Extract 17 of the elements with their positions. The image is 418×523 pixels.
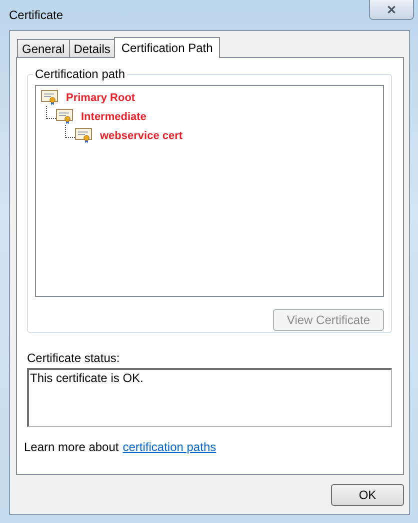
tree-item[interactable]: Intermediate xyxy=(81,110,146,122)
certificate-icon xyxy=(56,109,73,124)
certification-paths-link[interactable]: certification paths xyxy=(122,440,216,454)
window-title: Certificate xyxy=(9,8,64,22)
tree-item[interactable]: Primary Root xyxy=(66,92,136,104)
ok-button[interactable]: OK xyxy=(331,484,404,506)
tab[interactable]: Certification Path xyxy=(114,37,220,58)
certificate-icon xyxy=(41,90,58,105)
tab[interactable]: General xyxy=(17,39,70,57)
learn-more-text: Learn more about xyxy=(24,440,119,454)
certificate-icon xyxy=(75,128,92,143)
tab[interactable]: Details xyxy=(68,39,116,57)
group-title: Certification path xyxy=(34,67,126,81)
tree-item[interactable]: webservice cert xyxy=(100,130,183,142)
status-label: Certificate status: xyxy=(27,351,121,365)
close-button[interactable]: ✕ xyxy=(369,0,414,20)
status-field[interactable]: This certificate is OK. xyxy=(27,368,392,427)
